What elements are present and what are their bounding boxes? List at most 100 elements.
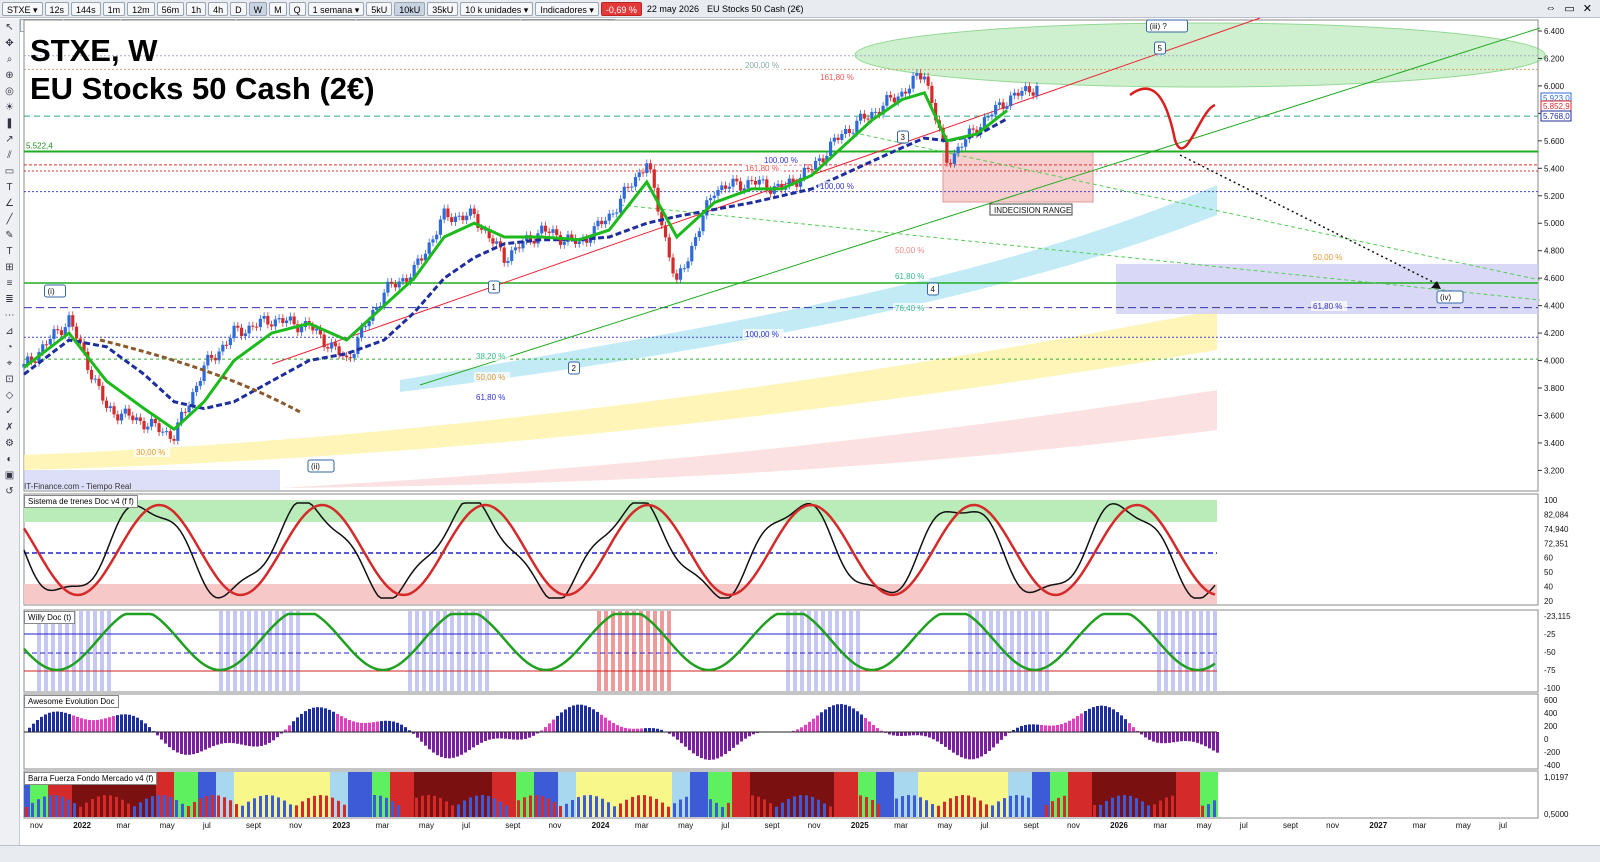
ao-bar — [516, 732, 519, 740]
fib-label-10: 50,00 % — [476, 373, 505, 382]
ao-bar — [604, 718, 607, 732]
willy-bar — [254, 611, 258, 691]
ao-bar — [356, 722, 359, 732]
willy-bar — [821, 611, 825, 691]
candle-body — [551, 229, 554, 233]
candle-body — [904, 92, 907, 94]
force-bar — [1111, 798, 1114, 817]
x-tick-label-8: mar — [376, 821, 390, 830]
force-bar — [1009, 796, 1012, 817]
panel-0-tick-1: 82,084 — [1544, 510, 1569, 519]
ao-bar — [388, 721, 391, 732]
candle-body — [694, 237, 697, 246]
candle-body — [596, 221, 599, 226]
ao-bar — [504, 732, 507, 739]
ao-bar — [452, 732, 455, 758]
candle-body — [510, 250, 513, 261]
force-bar — [175, 800, 178, 817]
force-bar — [1195, 802, 1198, 817]
ao-bar — [944, 732, 947, 747]
ao-bar — [404, 727, 407, 732]
ao-bar — [816, 715, 819, 732]
candle-body — [957, 147, 960, 154]
force-bar — [577, 797, 580, 817]
force-bar — [1117, 796, 1120, 817]
willy-bar — [422, 611, 426, 691]
ao-bar — [1068, 721, 1071, 732]
fib-label-12: 30,00 % — [136, 448, 165, 457]
panel-title-1[interactable]: Willy Doc (t) — [24, 611, 75, 624]
candle-body — [690, 246, 693, 261]
candle-body — [221, 345, 224, 352]
candle-body — [458, 216, 461, 217]
force-bar — [937, 806, 940, 817]
ao-bar — [376, 722, 379, 732]
ao-bar — [1112, 709, 1115, 732]
panel-title-2[interactable]: Awesome Evolution Doc — [24, 695, 119, 708]
ao-bar — [548, 723, 551, 732]
ao-bar — [1088, 709, 1091, 732]
force-bar — [769, 803, 772, 817]
candle-body — [71, 315, 74, 326]
force-bar — [1213, 800, 1216, 817]
ao-bar — [1184, 732, 1187, 741]
candle-body — [668, 237, 671, 257]
force-bar — [1093, 805, 1096, 817]
ao-bar — [672, 732, 675, 737]
ao-bar — [344, 718, 347, 732]
ao-bar — [84, 719, 87, 732]
wave-label-6: 3 — [901, 133, 906, 142]
willy-bar — [1185, 611, 1189, 691]
candle-body — [761, 179, 764, 180]
force-bar — [487, 796, 490, 817]
force-bar — [217, 795, 220, 817]
y-tick-label-0: 3.200 — [1544, 466, 1565, 475]
x-tick-label-2: mar — [116, 821, 130, 830]
willy-bar — [828, 611, 832, 691]
force-bar — [907, 795, 910, 817]
willy-bar — [1024, 611, 1028, 691]
willy-bar — [415, 611, 419, 691]
force-bar — [229, 800, 232, 817]
candle-body — [600, 221, 603, 224]
force-bar — [583, 795, 586, 817]
willy-bar — [667, 611, 671, 691]
force-bar — [703, 797, 706, 817]
ao-bar — [872, 725, 875, 732]
panel-title-0[interactable]: Sistema de trenes Doc v4 (f f) — [24, 495, 138, 508]
candle-body — [675, 273, 678, 279]
force-bar — [103, 795, 106, 817]
willy-bar — [1038, 611, 1042, 691]
panel-title-3[interactable]: Barra Fuerza Fondo Mercado v4 (f) — [24, 772, 157, 785]
candle-body — [255, 327, 258, 328]
ao-bar — [528, 732, 531, 738]
force-bar — [1003, 798, 1006, 817]
candle-body — [386, 282, 389, 293]
candle-body — [645, 163, 648, 173]
force-bar — [547, 798, 550, 817]
panel-0-tick-7: 20 — [1544, 597, 1553, 606]
force-bar — [691, 795, 694, 817]
ao-bar — [688, 732, 691, 750]
candle-body — [157, 423, 160, 432]
force-bar — [1063, 796, 1066, 817]
force-bar — [877, 804, 880, 817]
force-bar — [151, 796, 154, 817]
candle-body — [518, 247, 521, 248]
panel-0-tick-2: 74,940 — [1544, 525, 1569, 534]
ao-bar — [1036, 725, 1039, 732]
ao-bar — [984, 732, 987, 754]
candle-body — [210, 355, 213, 358]
ao-bar — [224, 732, 227, 743]
candle-body — [548, 232, 551, 233]
candle-body — [555, 229, 558, 235]
candle-body — [270, 324, 273, 326]
ao-bar — [496, 732, 499, 738]
ao-bar — [488, 732, 491, 740]
force-bar — [775, 807, 778, 817]
force-bar — [373, 795, 376, 817]
candle-body — [124, 409, 127, 414]
candle-body — [912, 76, 915, 89]
ao-bar — [972, 732, 975, 759]
ao-bar — [736, 732, 739, 745]
